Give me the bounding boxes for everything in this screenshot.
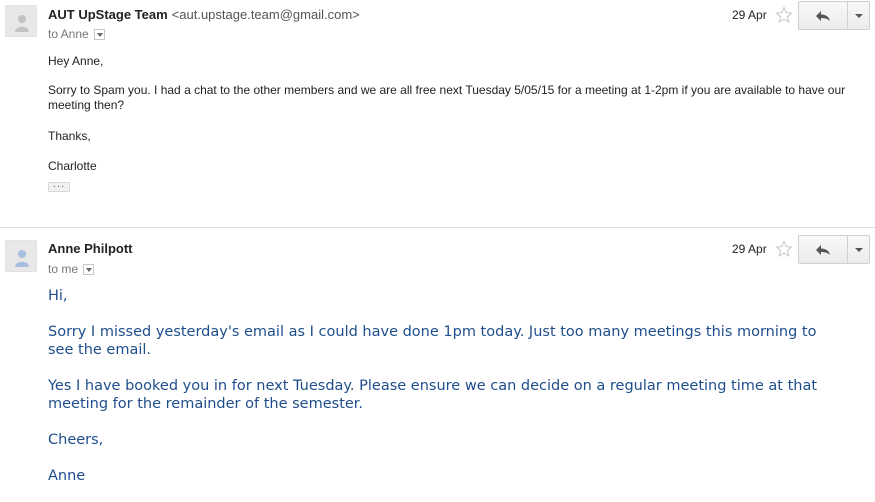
show-trimmed-content-button[interactable]: ... — [48, 178, 70, 192]
message-date: 29 Apr — [732, 8, 767, 22]
person-silhouette-icon — [15, 250, 29, 267]
reply-button[interactable] — [798, 1, 848, 30]
reply-arrow-icon — [816, 10, 830, 21]
recipient-line: to Anne — [48, 27, 105, 41]
body-paragraph-1: Sorry I missed yesterday's email as I co… — [48, 324, 817, 358]
email-message-2: Anne Philpott to me 29 Apr Hi, Sorry I m… — [0, 229, 875, 502]
sender-name[interactable]: Anne Philpott — [48, 241, 133, 256]
body-greeting: Hey Anne, — [48, 54, 104, 68]
body-signature: Charlotte — [48, 159, 97, 173]
body-signature: Anne — [48, 468, 86, 484]
reply-button[interactable] — [798, 235, 848, 264]
sender-line: Anne Philpott — [48, 241, 133, 256]
person-silhouette-icon — [15, 15, 29, 32]
star-outline-icon[interactable] — [775, 6, 793, 24]
reply-button-group — [798, 235, 870, 264]
more-options-button[interactable] — [848, 1, 870, 30]
sender-avatar — [5, 240, 37, 272]
recipient-label: to me — [48, 262, 79, 276]
message-date: 29 Apr — [732, 242, 767, 256]
details-dropdown-icon[interactable] — [83, 263, 95, 275]
sender-name[interactable]: AUT UpStage Team — [48, 7, 168, 22]
sender-email: <aut.upstage.team@gmail.com> — [171, 7, 360, 22]
details-dropdown-icon[interactable] — [93, 28, 105, 40]
recipient-label: to Anne — [48, 27, 89, 41]
body-greeting: Hi, — [48, 288, 68, 304]
reply-arrow-icon — [816, 244, 830, 255]
recipient-line: to me — [48, 262, 95, 276]
body-paragraph: Sorry to Spam you. I had a chat to the o… — [48, 83, 846, 112]
more-options-button[interactable] — [848, 235, 870, 264]
reply-button-group — [798, 1, 870, 30]
ellipsis-label: ... — [53, 178, 66, 190]
body-thanks: Thanks, — [48, 129, 91, 143]
email-message-1: AUT UpStage Team <aut.upstage.team@gmail.… — [0, 0, 875, 228]
sender-avatar — [5, 5, 37, 37]
body-paragraph-2: Yes I have booked you in for next Tuesda… — [48, 378, 818, 412]
body-closing: Cheers, — [48, 432, 104, 448]
sender-line: AUT UpStage Team <aut.upstage.team@gmail.… — [48, 7, 360, 22]
star-outline-icon[interactable] — [775, 240, 793, 258]
